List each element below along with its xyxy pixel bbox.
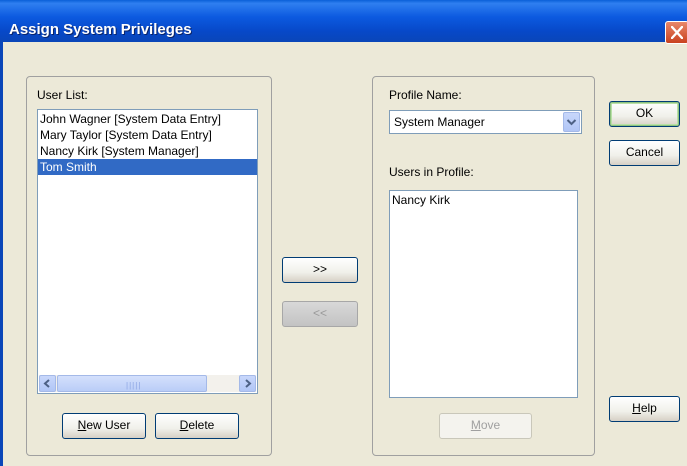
close-icon: [671, 26, 683, 39]
arrow-left-icon: [43, 379, 50, 388]
users-in-profile-label: Users in Profile:: [389, 165, 474, 179]
close-button[interactable]: [665, 21, 687, 44]
profile-name-label: Profile Name:: [389, 88, 462, 102]
profile-group: Profile Name: System Manager Users in Pr…: [372, 76, 595, 456]
user-list-label: User List:: [37, 88, 88, 102]
new-user-button[interactable]: New User: [62, 413, 146, 439]
remove-from-profile-button[interactable]: <<: [282, 301, 358, 327]
user-list-group: User List: John Wagner [System Data Entr…: [26, 76, 272, 456]
move-hotkey: M: [470, 418, 481, 432]
user-list-item[interactable]: Nancy Kirk [System Manager]: [38, 143, 257, 159]
user-list[interactable]: John Wagner [System Data Entry] Mary Tay…: [37, 109, 258, 394]
help-button[interactable]: Help: [609, 396, 680, 422]
cancel-button[interactable]: Cancel: [609, 140, 680, 166]
profile-name-dropdown[interactable]: System Manager: [389, 110, 582, 134]
title-bar: Assign System Privileges: [0, 0, 687, 44]
chevron-down-icon: [566, 119, 577, 126]
add-to-profile-button[interactable]: >>: [282, 257, 358, 283]
dropdown-button[interactable]: [563, 112, 580, 132]
users-in-profile-list[interactable]: Nancy Kirk: [389, 190, 578, 398]
horizontal-scrollbar[interactable]: |||||: [39, 375, 256, 392]
move-label: ove: [480, 418, 501, 432]
new-user-label: ew User: [86, 418, 131, 432]
delete-label: elete: [188, 418, 215, 432]
delete-hotkey: D: [179, 418, 189, 432]
scroll-left-button[interactable]: [39, 375, 56, 392]
window-frame-left: [0, 42, 3, 466]
help-hotkey: H: [632, 401, 641, 415]
user-list-item[interactable]: Mary Taylor [System Data Entry]: [38, 127, 257, 143]
help-label: elp: [640, 401, 657, 415]
user-list-item-selected[interactable]: Tom Smith: [38, 159, 257, 175]
scroll-right-button[interactable]: [239, 375, 256, 392]
move-button[interactable]: Move: [439, 413, 532, 439]
ok-button[interactable]: OK: [609, 101, 680, 127]
user-list-item[interactable]: John Wagner [System Data Entry]: [38, 111, 257, 127]
scroll-thumb[interactable]: |||||: [57, 375, 207, 392]
profile-user-item[interactable]: Nancy Kirk: [390, 192, 577, 208]
arrow-right-icon: [245, 379, 252, 388]
window-title: Assign System Privileges: [9, 21, 192, 38]
delete-button[interactable]: Delete: [155, 413, 239, 439]
profile-name-value: System Manager: [394, 115, 485, 129]
